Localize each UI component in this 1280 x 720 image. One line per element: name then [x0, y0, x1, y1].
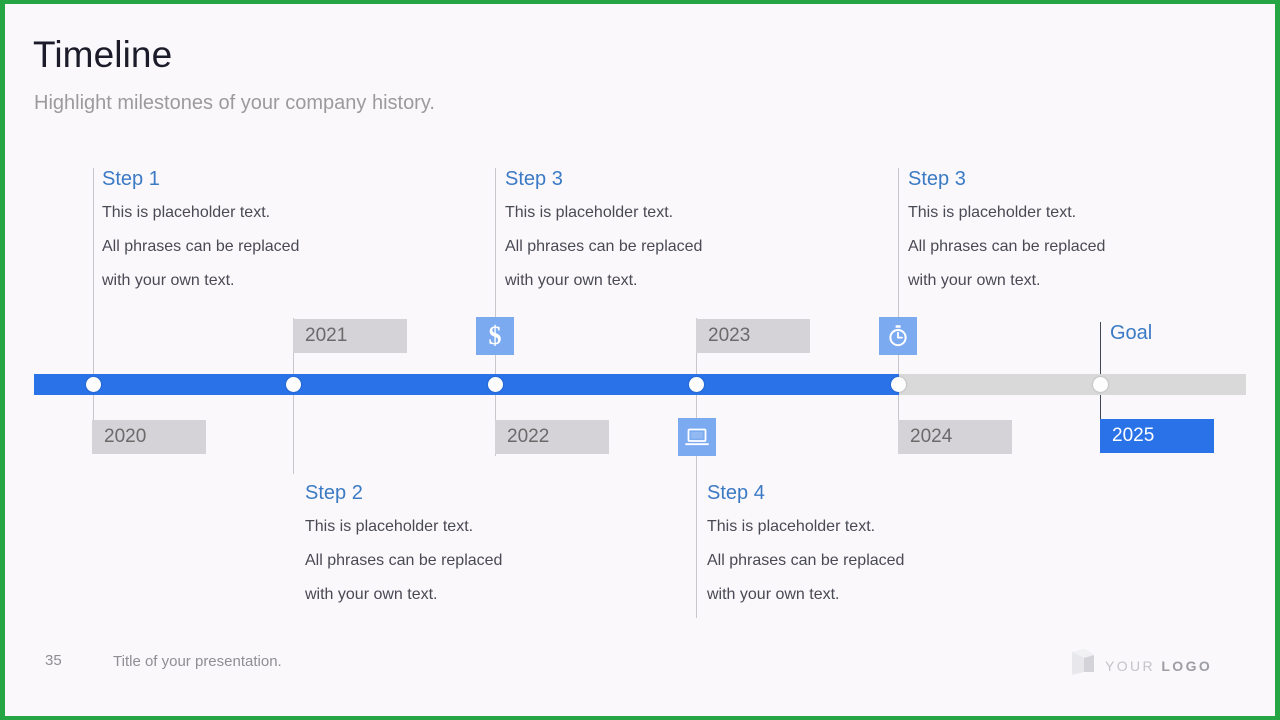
timeline-marker-2024[interactable]	[890, 377, 906, 392]
timeline-progress-fill	[34, 374, 899, 395]
logo: YOUR LOGO	[1070, 648, 1212, 683]
step-line-3: with your own text.	[305, 586, 438, 603]
step-line-2: All phrases can be replaced	[505, 238, 703, 255]
year-chip-2024[interactable]: 2024	[898, 420, 1012, 454]
year-chip-2025[interactable]: 2025	[1100, 419, 1214, 453]
timeline-marker-2020[interactable]	[85, 377, 101, 392]
connector-line-2020	[93, 168, 94, 442]
step-line-1: This is placeholder text.	[505, 204, 674, 221]
connector-line-2023	[696, 318, 697, 618]
slide-number: 35	[45, 652, 62, 669]
step-title: Step 3	[908, 168, 966, 190]
connector-line-2022	[495, 168, 496, 456]
step-line-2: All phrases can be replaced	[707, 552, 905, 569]
step-line-3: with your own text.	[908, 272, 1041, 289]
dollar-icon[interactable]: $	[476, 317, 514, 355]
year-chip-2020[interactable]: 2020	[92, 420, 206, 454]
timeline-marker-goal[interactable]	[1092, 377, 1108, 392]
cube-logo-icon	[1070, 648, 1096, 683]
stopwatch-icon[interactable]	[879, 317, 917, 355]
connector-line-goal	[1100, 322, 1101, 422]
step-line-3: with your own text.	[102, 272, 235, 289]
year-chip-2023[interactable]: 2023	[696, 319, 810, 353]
step-title: Step 4	[707, 482, 765, 504]
step-line-1: This is placeholder text.	[102, 204, 271, 221]
step-line-2: All phrases can be replaced	[102, 238, 300, 255]
logo-text: YOUR LOGO	[1105, 658, 1212, 674]
step-line-3: with your own text.	[707, 586, 840, 603]
step-line-1: This is placeholder text.	[707, 518, 876, 535]
step-block-4: Step 4 This is placeholder text. All phr…	[707, 482, 977, 603]
step-line-1: This is placeholder text.	[305, 518, 474, 535]
logo-text-your: YOUR	[1105, 657, 1162, 674]
slide-canvas: Timeline Highlight milestones of your co…	[0, 0, 1280, 720]
footer-presentation-title: Title of your presentation.	[113, 653, 282, 670]
step-title: Step 2	[305, 482, 363, 504]
timeline-marker-2021[interactable]	[285, 377, 301, 392]
step-block-5: Step 3 This is placeholder text. All phr…	[908, 168, 1178, 289]
dollar-glyph: $	[488, 321, 502, 350]
timeline-marker-2023[interactable]	[688, 377, 704, 392]
step-block-2: Step 2 This is placeholder text. All phr…	[305, 482, 575, 603]
step-line-3: with your own text.	[505, 272, 638, 289]
step-title: Step 3	[505, 168, 563, 190]
step-line-2: All phrases can be replaced	[305, 552, 503, 569]
connector-line-2024	[898, 168, 899, 442]
page-title: Timeline	[33, 34, 173, 75]
logo-text-logo: LOGO	[1161, 657, 1213, 674]
step-line-1: This is placeholder text.	[908, 204, 1077, 221]
page-subtitle: Highlight milestones of your company his…	[34, 92, 435, 114]
step-block-1: Step 1 This is placeholder text. All phr…	[102, 168, 372, 289]
slide-inner: Timeline Highlight milestones of your co…	[5, 4, 1275, 716]
year-chip-2021[interactable]: 2021	[293, 319, 407, 353]
step-line-2: All phrases can be replaced	[908, 238, 1106, 255]
step-block-3: Step 3 This is placeholder text. All phr…	[505, 168, 775, 289]
year-chip-2022[interactable]: 2022	[495, 420, 609, 454]
timeline-marker-2022[interactable]	[487, 377, 503, 392]
goal-label: Goal	[1110, 322, 1153, 344]
step-title: Step 1	[102, 168, 160, 190]
laptop-icon[interactable]	[678, 418, 716, 456]
